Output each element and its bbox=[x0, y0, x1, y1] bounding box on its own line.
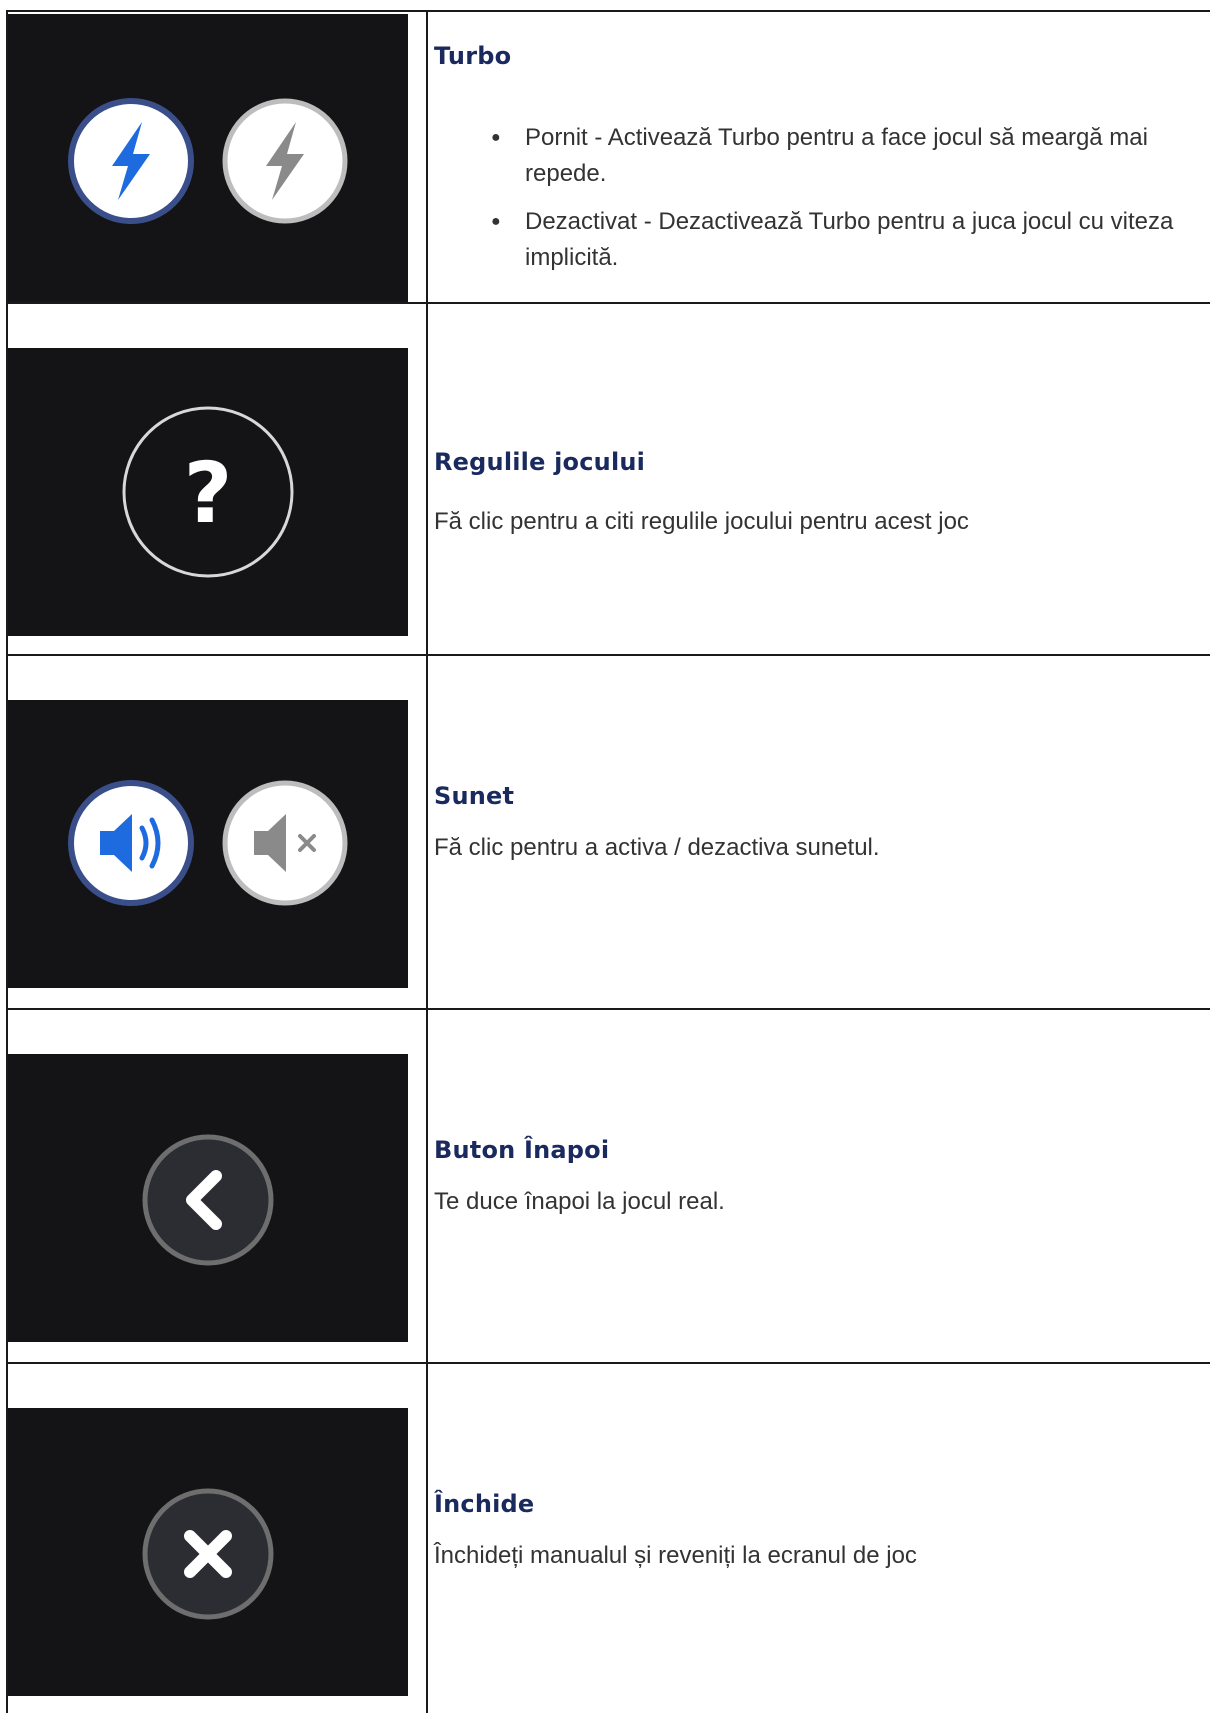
sound-title: Sunet bbox=[434, 782, 515, 810]
turbo-off-icon bbox=[222, 98, 348, 224]
turbo-on-icon bbox=[68, 98, 194, 224]
back-text: Te duce înapoi la jocul real. bbox=[434, 1188, 725, 1215]
back-image bbox=[8, 1054, 408, 1342]
rules-image: ? bbox=[8, 348, 408, 636]
table-row-back: Buton Înapoi Te duce înapoi la jocul rea… bbox=[6, 1008, 1210, 1362]
question-mark-icon: ? bbox=[122, 406, 294, 578]
back-title: Buton Înapoi bbox=[434, 1136, 610, 1164]
sound-off-icon bbox=[222, 780, 348, 906]
svg-text:?: ? bbox=[184, 444, 233, 542]
table-row-close: Închide Închideți manualul și reveniți l… bbox=[6, 1362, 1210, 1713]
sound-image bbox=[8, 700, 408, 988]
sound-on-icon bbox=[68, 780, 194, 906]
close-description: Închide Închideți manualul și reveniți l… bbox=[434, 1490, 1210, 1574]
sound-description: Sunet Fă clic pentru a activa / dezactiv… bbox=[434, 782, 1210, 866]
turbo-image bbox=[8, 14, 408, 302]
close-image bbox=[8, 1408, 408, 1696]
rules-description: Regulile jocului Fă clic pentru a citi r… bbox=[434, 448, 1210, 540]
sound-text: Fă clic pentru a activa / dezactiva sune… bbox=[434, 834, 880, 861]
rules-text: Fă clic pentru a citi regulile jocului p… bbox=[434, 508, 969, 535]
table-row-rules: ? Regulile jocului Fă clic pentru a citi… bbox=[6, 302, 1210, 654]
table-row-sound: Sunet Fă clic pentru a activa / dezactiv… bbox=[6, 654, 1210, 1008]
turbo-bullet-list: Pornit - Activează Turbo pentru a face j… bbox=[434, 120, 1210, 276]
back-chevron-icon bbox=[142, 1134, 274, 1266]
turbo-title: Turbo bbox=[434, 42, 512, 70]
close-title: Închide bbox=[434, 1490, 535, 1518]
rules-title: Regulile jocului bbox=[434, 448, 646, 476]
turbo-bullet-off: Dezactivat - Dezactivează Turbo pentru a… bbox=[434, 204, 1210, 276]
turbo-bullet-on: Pornit - Activează Turbo pentru a face j… bbox=[434, 120, 1210, 192]
turbo-description: Turbo Pornit - Activează Turbo pentru a … bbox=[434, 42, 1210, 288]
back-description: Buton Înapoi Te duce înapoi la jocul rea… bbox=[434, 1136, 1210, 1220]
close-text: Închideți manualul și reveniți la ecranu… bbox=[434, 1542, 917, 1569]
help-table: Turbo Pornit - Activează Turbo pentru a … bbox=[6, 0, 1210, 1713]
table-row-turbo: Turbo Pornit - Activează Turbo pentru a … bbox=[6, 10, 1210, 304]
close-x-icon bbox=[142, 1488, 274, 1620]
